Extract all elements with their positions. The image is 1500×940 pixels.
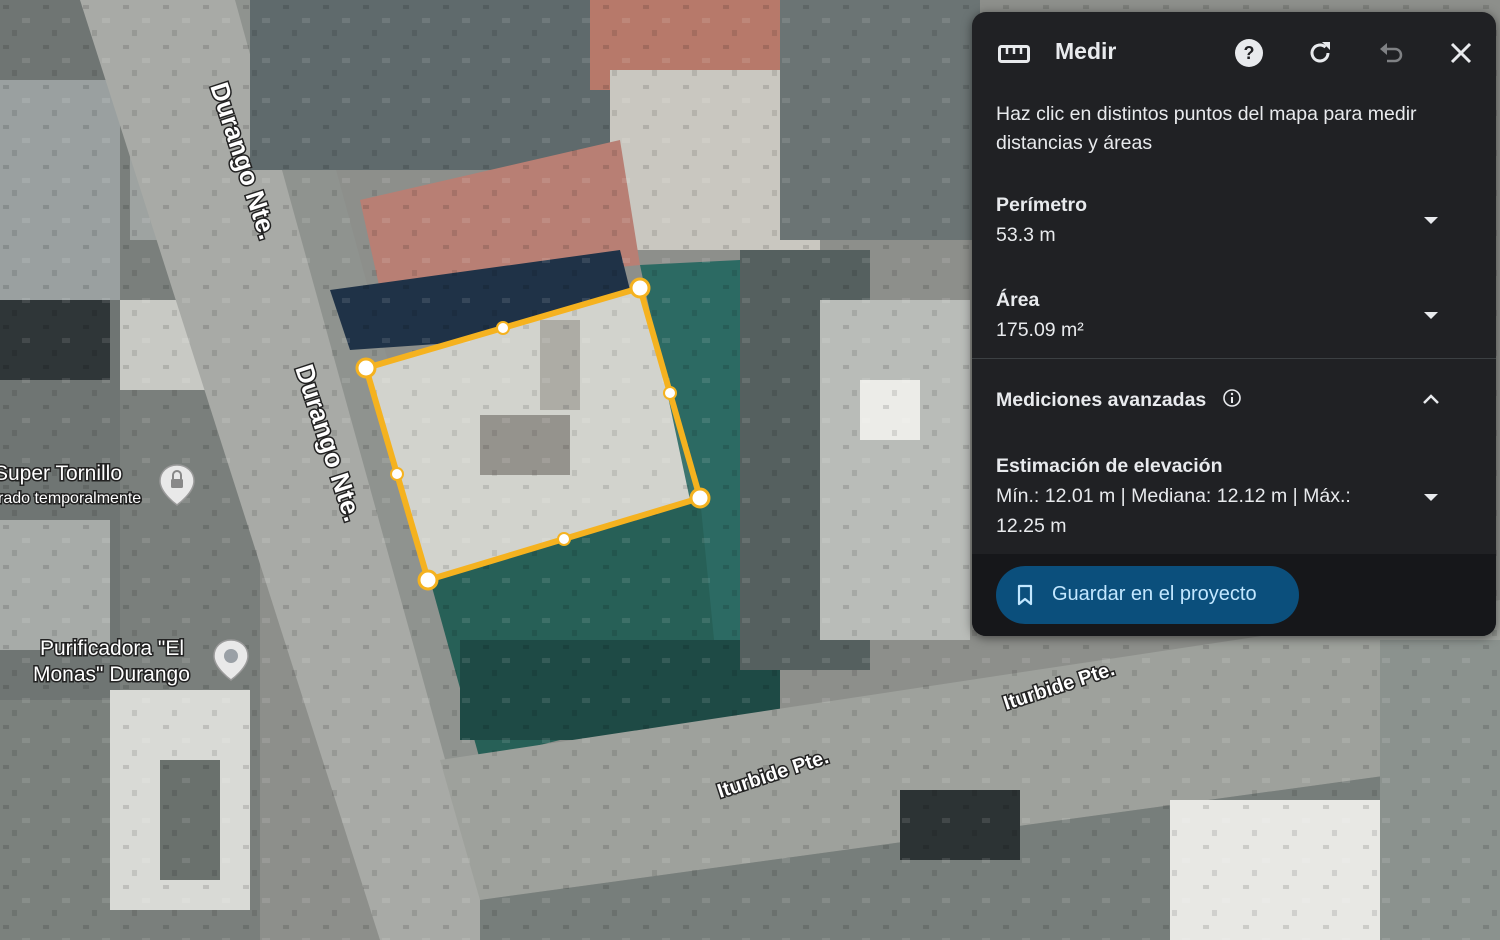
advanced-label: Mediciones avanzadas (996, 389, 1207, 411)
midpoint-handle[interactable] (390, 467, 404, 481)
perimeter-label: Perímetro (996, 194, 1088, 216)
close-icon[interactable] (1444, 36, 1478, 70)
divider (972, 358, 1496, 359)
undo-icon[interactable] (1374, 36, 1408, 70)
perimeter-row[interactable]: Perímetro 53.3 m (972, 190, 1496, 270)
chevron-down-icon[interactable] (1421, 305, 1441, 325)
save-button-label: Guardar en el proyecto (1052, 583, 1257, 605)
perimeter-value: 53.3 m (996, 224, 1056, 246)
ruler-icon (998, 45, 1030, 68)
elevation-values: Mín.: 12.01 m | Mediana: 12.12 m | Máx.: (996, 485, 1351, 507)
redo-icon[interactable] (1303, 36, 1337, 70)
poi-name: Super Tornillo (0, 462, 122, 485)
measure-panel: Medir ? Haz clic en distintos puntos del… (972, 12, 1496, 636)
area-row[interactable]: Área 175.09 m² (972, 285, 1496, 355)
info-icon[interactable] (1222, 388, 1242, 408)
midpoint-handle[interactable] (557, 532, 571, 546)
midpoint-handle[interactable] (496, 321, 510, 335)
bookmark-icon (1017, 584, 1033, 606)
poi-name: Monas" Durango (33, 663, 190, 686)
chevron-down-icon[interactable] (1421, 210, 1441, 230)
vertex-handle[interactable] (629, 277, 651, 299)
chevron-up-icon[interactable] (1421, 390, 1441, 410)
help-icon[interactable]: ? (1232, 36, 1266, 70)
poi-status: rado temporalmente (0, 490, 141, 507)
panel-title: Medir (1055, 38, 1117, 64)
elevation-label: Estimación de elevación (996, 455, 1223, 477)
elevation-values-cont: 12.25 m (996, 515, 1067, 537)
vertex-handle[interactable] (689, 487, 711, 509)
area-label: Área (996, 289, 1040, 311)
vertex-handle[interactable] (417, 569, 439, 591)
chevron-down-icon[interactable] (1421, 487, 1441, 507)
poi-name: Purificadora "El (40, 637, 184, 660)
vertex-handle[interactable] (355, 357, 377, 379)
area-value: 175.09 m² (996, 319, 1084, 341)
save-to-project-button[interactable]: Guardar en el proyecto (996, 566, 1299, 624)
instructions-text: Haz clic en distintos puntos del mapa pa… (996, 103, 1417, 154)
panel-header: Medir ? (972, 12, 1496, 94)
advanced-measurements-row[interactable]: Mediciones avanzadas (972, 382, 1496, 422)
elevation-row[interactable]: Estimación de elevación Mín.: 12.01 m | … (972, 452, 1496, 552)
svg-text:?: ? (1244, 43, 1255, 63)
midpoint-handle[interactable] (663, 386, 677, 400)
